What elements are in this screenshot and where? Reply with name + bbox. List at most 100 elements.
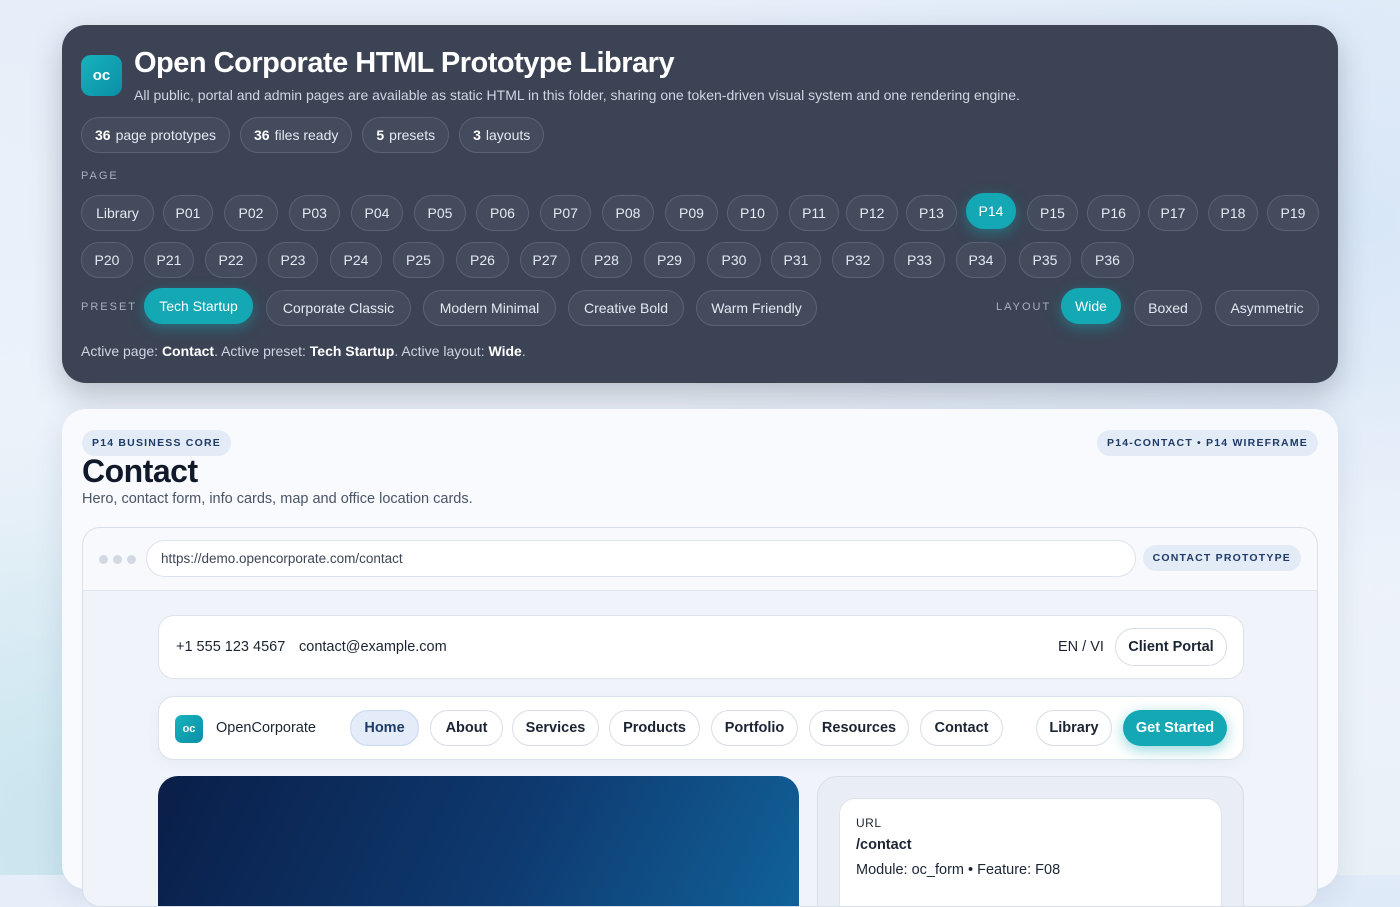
nav-item-resources[interactable]: Resources	[809, 710, 909, 746]
stat-pill: 36 files ready	[239, 117, 353, 153]
module-feature-text: Module: oc_form • Feature: F08	[856, 862, 1061, 878]
stat-pill: 5 presets	[362, 117, 450, 153]
phone-number[interactable]: +1 555 123 4567	[176, 639, 285, 655]
page-chip-p18[interactable]: P18	[1208, 195, 1258, 231]
page-chip-p01[interactable]: P01	[163, 195, 213, 231]
page-chip-p11[interactable]: P11	[789, 195, 839, 231]
library-logo: oc	[81, 55, 122, 96]
preset-chip-creative-bold[interactable]: Creative Bold	[568, 290, 684, 326]
page-chip-p33[interactable]: P33	[894, 242, 945, 278]
stat-count: 3	[473, 127, 481, 143]
preset-chip-corporate-classic[interactable]: Corporate Classic	[266, 290, 411, 326]
stat-label: page prototypes	[115, 127, 216, 143]
address-bar[interactable]: https://demo.opencorporate.com/contact	[146, 540, 1136, 577]
page-chip-library[interactable]: Library	[81, 195, 154, 231]
site-navbar: oc OpenCorporate Home About Services Pro…	[158, 696, 1244, 760]
layout-section-label: LAYOUT	[996, 301, 1052, 313]
stat-count: 36	[253, 127, 270, 143]
page-section-label: PAGE	[81, 170, 119, 182]
stat-pill: 3 layouts	[459, 117, 545, 153]
contact-prototype-tag: CONTACT PROTOTYPE	[1142, 545, 1301, 571]
page-chip-p26[interactable]: P26	[456, 242, 509, 278]
page-chip-p20[interactable]: P20	[81, 242, 133, 278]
page-chip-p23[interactable]: P23	[268, 242, 318, 278]
page-chip-p35[interactable]: P35	[1019, 242, 1071, 278]
page-chip-p27[interactable]: P27	[520, 242, 570, 278]
nav-item-contact[interactable]: Contact	[920, 710, 1003, 746]
library-panel: oc Open Corporate HTML Prototype Library…	[62, 25, 1338, 383]
page-chip-p15[interactable]: P15	[1027, 195, 1078, 231]
page-chip-p08[interactable]: P08	[602, 195, 654, 231]
url-value: /contact	[856, 837, 912, 853]
page-chip-p06[interactable]: P06	[476, 195, 529, 231]
page-chip-p14[interactable]: P14	[966, 193, 1016, 229]
page-chip-p21[interactable]: P21	[144, 242, 194, 278]
active-layout-value: Wide	[488, 343, 522, 359]
page-chip-p16[interactable]: P16	[1087, 195, 1140, 231]
nav-item-home[interactable]: Home	[350, 710, 419, 746]
prototype-card: P14 BUSINESS CORE P14-CONTACT • P14 WIRE…	[62, 409, 1338, 907]
page-chip-p34[interactable]: P34	[956, 242, 1006, 278]
page-chip-p17[interactable]: P17	[1148, 195, 1198, 231]
preset-chip-modern-minimal[interactable]: Modern Minimal	[423, 290, 556, 326]
layout-chip-wide[interactable]: Wide	[1061, 288, 1121, 324]
page-chip-p05[interactable]: P05	[414, 195, 466, 231]
get-started-button[interactable]: Get Started	[1123, 710, 1227, 746]
layout-chip-asymmetric[interactable]: Asymmetric	[1215, 290, 1319, 326]
page-chip-p07[interactable]: P07	[540, 195, 591, 231]
active-preset-value: Tech Startup	[309, 343, 395, 359]
page-chip-p29[interactable]: P29	[644, 242, 695, 278]
nav-item-library[interactable]: Library	[1036, 710, 1112, 746]
stat-label: files ready	[274, 127, 339, 143]
window-dot-icon	[113, 555, 122, 564]
page-chip-p10[interactable]: P10	[727, 195, 778, 231]
page-chip-p12[interactable]: P12	[846, 195, 898, 231]
preset-chip-tech-startup[interactable]: Tech Startup	[144, 288, 253, 324]
browser-toolbar: https://demo.opencorporate.com/contact C…	[83, 528, 1317, 591]
library-title: Open Corporate HTML Prototype Library	[134, 47, 675, 79]
email-address[interactable]: contact@example.com	[299, 639, 447, 655]
page-chip-p02[interactable]: P02	[224, 195, 278, 231]
window-dot-icon	[127, 555, 136, 564]
brand-name[interactable]: OpenCorporate	[216, 720, 316, 736]
nav-item-products[interactable]: Products	[609, 710, 700, 746]
layout-chip-boxed[interactable]: Boxed	[1134, 290, 1202, 326]
page-chip-p36[interactable]: P36	[1081, 242, 1134, 278]
page-chip-p09[interactable]: P09	[665, 195, 718, 231]
site-topbar: +1 555 123 4567 contact@example.com EN /…	[158, 615, 1244, 679]
page-chip-p24[interactable]: P24	[330, 242, 382, 278]
info-side-card: URL /contact Module: oc_form • Feature: …	[817, 776, 1244, 906]
browser-frame: https://demo.opencorporate.com/contact C…	[82, 527, 1318, 907]
page-chip-p03[interactable]: P03	[289, 195, 340, 231]
client-portal-button[interactable]: Client Portal	[1115, 628, 1227, 666]
page-title: Contact	[82, 453, 198, 489]
page-chip-p32[interactable]: P32	[832, 242, 884, 278]
brand-logo[interactable]: oc	[175, 715, 203, 743]
page-chip-p30[interactable]: P30	[707, 242, 761, 278]
page-chip-p19[interactable]: P19	[1267, 195, 1319, 231]
page-chip-p13[interactable]: P13	[906, 195, 957, 231]
page-chip-p22[interactable]: P22	[205, 242, 257, 278]
library-description: All public, portal and admin pages are a…	[134, 87, 1020, 103]
nav-item-portfolio[interactable]: Portfolio	[711, 710, 798, 746]
stat-count: 36	[95, 127, 111, 143]
nav-item-about[interactable]: About	[430, 710, 503, 746]
active-page-value: Contact	[161, 343, 215, 359]
url-info-box: URL /contact Module: oc_form • Feature: …	[839, 798, 1222, 906]
stats-row: 36 page prototypes 36 files ready 5 presets…	[81, 117, 545, 153]
page-chip-p31[interactable]: P31	[771, 242, 821, 278]
stat-label: layouts	[485, 127, 531, 143]
nav-item-services[interactable]: Services	[512, 710, 599, 746]
page-chip-p04[interactable]: P04	[351, 195, 403, 231]
page-description: Hero, contact form, info cards, map and …	[82, 491, 473, 507]
preset-section-label: PRESET	[81, 301, 138, 313]
active-status-line: Active page: Contact. Active preset: Tec…	[81, 343, 526, 359]
preset-chip-warm-friendly[interactable]: Warm Friendly	[696, 290, 817, 326]
hero-section	[158, 776, 799, 906]
stat-pill: 36 page prototypes	[81, 117, 230, 153]
prototype-id-tag: P14-CONTACT • P14 WIREFRAME	[1097, 430, 1318, 456]
page-chip-p28[interactable]: P28	[581, 242, 632, 278]
window-dot-icon	[99, 555, 108, 564]
language-switcher[interactable]: EN / VI	[1058, 639, 1104, 655]
page-chip-p25[interactable]: P25	[393, 242, 444, 278]
